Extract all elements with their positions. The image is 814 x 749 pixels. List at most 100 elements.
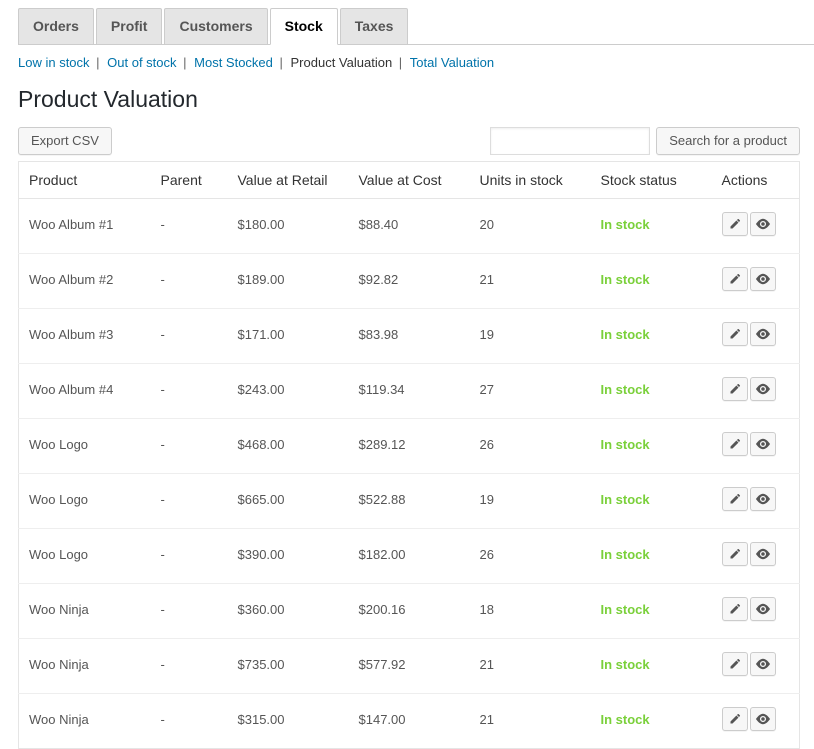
status-badge: In stock (601, 492, 650, 507)
pencil-icon (729, 435, 741, 450)
units-cell: 21 (470, 694, 591, 749)
units-cell: 20 (470, 199, 591, 254)
units-cell: 27 (470, 364, 591, 419)
edit-button[interactable] (722, 487, 748, 511)
view-button[interactable] (750, 542, 776, 566)
view-button[interactable] (750, 707, 776, 731)
view-button[interactable] (750, 267, 776, 291)
edit-button[interactable] (722, 212, 748, 236)
tab-orders[interactable]: Orders (18, 8, 94, 45)
parent-cell: - (151, 474, 228, 529)
status-badge: In stock (601, 602, 650, 617)
sublink-most-stocked[interactable]: Most Stocked (194, 55, 273, 70)
column-header[interactable]: Units in stock (470, 162, 591, 199)
product-cell: Woo Album #2 (19, 254, 151, 309)
cost-cell: $119.34 (349, 364, 470, 419)
cost-cell: $182.00 (349, 529, 470, 584)
units-cell: 26 (470, 419, 591, 474)
product-valuation-table: ProductParentValue at RetailValue at Cos… (18, 161, 800, 749)
view-button[interactable] (750, 432, 776, 456)
edit-button[interactable] (722, 652, 748, 676)
eye-icon (756, 380, 770, 395)
retail-cell: $390.00 (228, 529, 349, 584)
table-row: Woo Logo-$390.00$182.0026In stock (19, 529, 800, 584)
stock-status-cell: In stock (591, 199, 712, 254)
tab-profit[interactable]: Profit (96, 8, 163, 45)
eye-icon (756, 325, 770, 340)
retail-cell: $468.00 (228, 419, 349, 474)
column-header[interactable]: Product (19, 162, 151, 199)
eye-icon (756, 655, 770, 670)
search-input[interactable] (490, 127, 650, 155)
status-badge: In stock (601, 547, 650, 562)
parent-cell: - (151, 419, 228, 474)
tab-taxes[interactable]: Taxes (340, 8, 409, 45)
parent-cell: - (151, 584, 228, 639)
tab-customers[interactable]: Customers (164, 8, 267, 45)
view-button[interactable] (750, 322, 776, 346)
pencil-icon (729, 490, 741, 505)
eye-icon (756, 490, 770, 505)
view-button[interactable] (750, 597, 776, 621)
stock-status-cell: In stock (591, 529, 712, 584)
view-button[interactable] (750, 377, 776, 401)
retail-cell: $189.00 (228, 254, 349, 309)
column-header[interactable]: Stock status (591, 162, 712, 199)
cost-cell: $200.16 (349, 584, 470, 639)
parent-cell: - (151, 529, 228, 584)
pencil-icon (729, 215, 741, 230)
search-button[interactable]: Search for a product (656, 127, 800, 155)
edit-button[interactable] (722, 322, 748, 346)
sublinks: Low in stock | Out of stock | Most Stock… (18, 55, 814, 70)
stock-status-cell: In stock (591, 474, 712, 529)
page-title: Product Valuation (18, 86, 814, 113)
status-badge: In stock (601, 382, 650, 397)
status-badge: In stock (601, 712, 650, 727)
parent-cell: - (151, 254, 228, 309)
status-badge: In stock (601, 437, 650, 452)
stock-status-cell: In stock (591, 639, 712, 694)
sublink-low-in-stock[interactable]: Low in stock (18, 55, 90, 70)
cost-cell: $577.92 (349, 639, 470, 694)
edit-button[interactable] (722, 707, 748, 731)
pencil-icon (729, 325, 741, 340)
pencil-icon (729, 270, 741, 285)
eye-icon (756, 710, 770, 725)
retail-cell: $315.00 (228, 694, 349, 749)
sublink-total-valuation[interactable]: Total Valuation (410, 55, 494, 70)
stock-status-cell: In stock (591, 584, 712, 639)
parent-cell: - (151, 199, 228, 254)
pencil-icon (729, 600, 741, 615)
actions-cell (712, 584, 800, 639)
column-header[interactable]: Value at Retail (228, 162, 349, 199)
view-button[interactable] (750, 212, 776, 236)
view-button[interactable] (750, 487, 776, 511)
actions-cell (712, 639, 800, 694)
edit-button[interactable] (722, 432, 748, 456)
edit-button[interactable] (722, 542, 748, 566)
retail-cell: $665.00 (228, 474, 349, 529)
column-header[interactable]: Parent (151, 162, 228, 199)
parent-cell: - (151, 364, 228, 419)
status-badge: In stock (601, 272, 650, 287)
edit-button[interactable] (722, 597, 748, 621)
table-row: Woo Album #1-$180.00$88.4020In stock (19, 199, 800, 254)
edit-button[interactable] (722, 377, 748, 401)
table-row: Woo Album #3-$171.00$83.9819In stock (19, 309, 800, 364)
export-csv-button[interactable]: Export CSV (18, 127, 112, 155)
cost-cell: $92.82 (349, 254, 470, 309)
sublink-out-of-stock[interactable]: Out of stock (107, 55, 176, 70)
view-button[interactable] (750, 652, 776, 676)
parent-cell: - (151, 694, 228, 749)
product-cell: Woo Ninja (19, 639, 151, 694)
pencil-icon (729, 655, 741, 670)
column-header[interactable]: Actions (712, 162, 800, 199)
retail-cell: $180.00 (228, 199, 349, 254)
edit-button[interactable] (722, 267, 748, 291)
stock-status-cell: In stock (591, 694, 712, 749)
tab-stock[interactable]: Stock (270, 8, 338, 45)
retail-cell: $360.00 (228, 584, 349, 639)
units-cell: 18 (470, 584, 591, 639)
pencil-icon (729, 710, 741, 725)
column-header[interactable]: Value at Cost (349, 162, 470, 199)
